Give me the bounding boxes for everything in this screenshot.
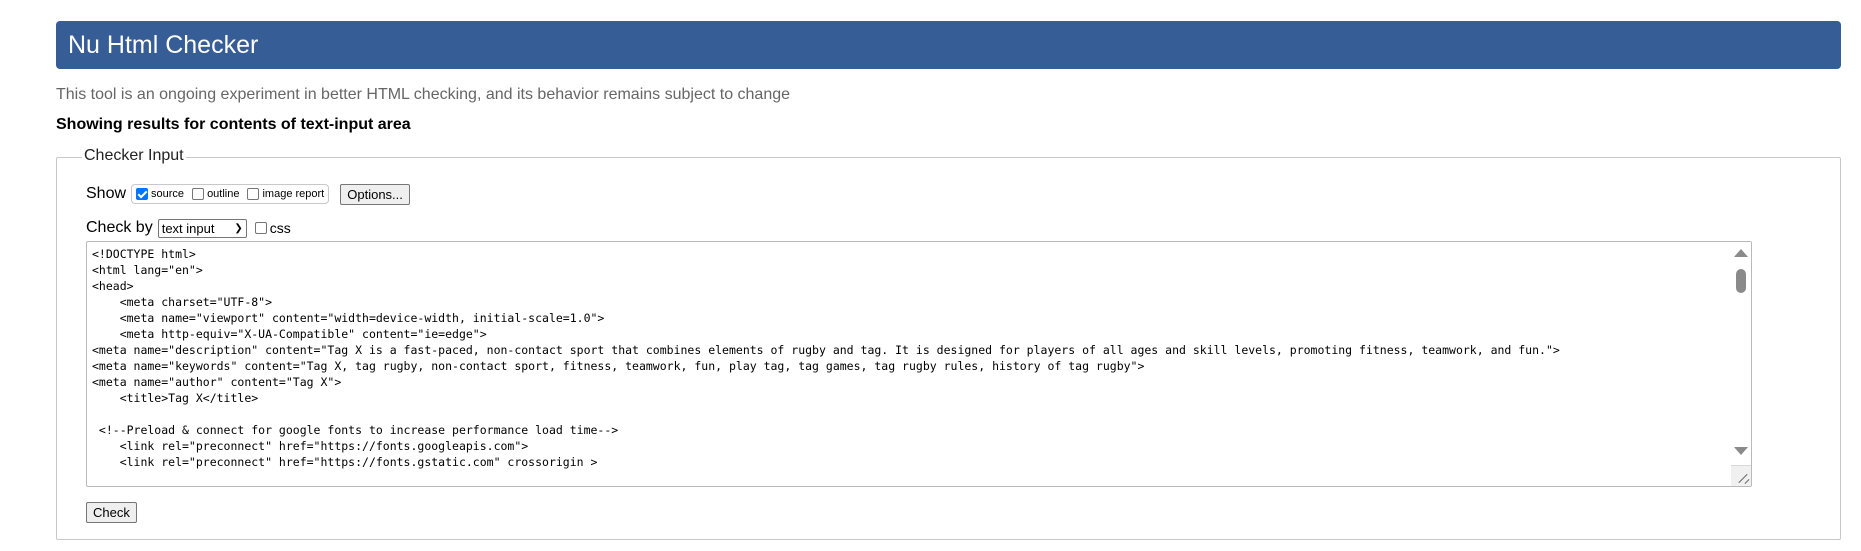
source-option-label: source [151, 188, 185, 200]
source-textarea[interactable]: <!DOCTYPE html> <html lang="en"> <head> … [86, 241, 1752, 487]
image-report-checkbox[interactable] [247, 188, 260, 200]
css-option-label: css [269, 220, 291, 236]
show-options-group: source outline image report [131, 184, 330, 204]
show-source-option[interactable]: source [136, 188, 184, 200]
scroll-down-arrow-icon[interactable] [1734, 447, 1748, 455]
app-title: Nu Html Checker [68, 30, 259, 59]
checker-input-legend: Checker Input [82, 147, 186, 165]
show-image-report-option[interactable]: image report [247, 188, 324, 200]
check-by-row: Check by text input ❯ css [86, 217, 291, 239]
css-checkbox[interactable] [254, 222, 267, 234]
source-code-text[interactable]: <!DOCTYPE html> <html lang="en"> <head> … [92, 246, 1560, 470]
results-heading: Showing results for contents of text-inp… [56, 116, 411, 133]
check-by-selected-value: text input [161, 220, 215, 236]
check-by-select[interactable]: text input ❯ [157, 218, 247, 238]
outline-checkbox[interactable] [192, 188, 205, 200]
scroll-up-arrow-icon[interactable] [1734, 249, 1748, 257]
chevron-down-icon: ❯ [234, 222, 243, 234]
css-option[interactable]: css [254, 220, 291, 236]
header-bar: Nu Html Checker [56, 21, 1841, 69]
show-row: Show source outline image report Options… [86, 182, 410, 206]
check-button[interactable]: Check [86, 502, 137, 523]
image-report-option-label: image report [262, 188, 325, 200]
outline-option-label: outline [207, 188, 240, 200]
show-label: Show [86, 185, 127, 202]
scroll-thumb[interactable] [1736, 269, 1746, 293]
check-by-label: Check by [86, 219, 153, 236]
resize-grip-icon[interactable] [1731, 465, 1751, 486]
source-checkbox[interactable] [136, 188, 149, 200]
intro-text: This tool is an ongoing experiment in be… [56, 86, 791, 103]
show-outline-option[interactable]: outline [192, 188, 239, 200]
options-button[interactable]: Options... [340, 183, 410, 205]
textarea-scrollbar[interactable] [1731, 242, 1751, 486]
